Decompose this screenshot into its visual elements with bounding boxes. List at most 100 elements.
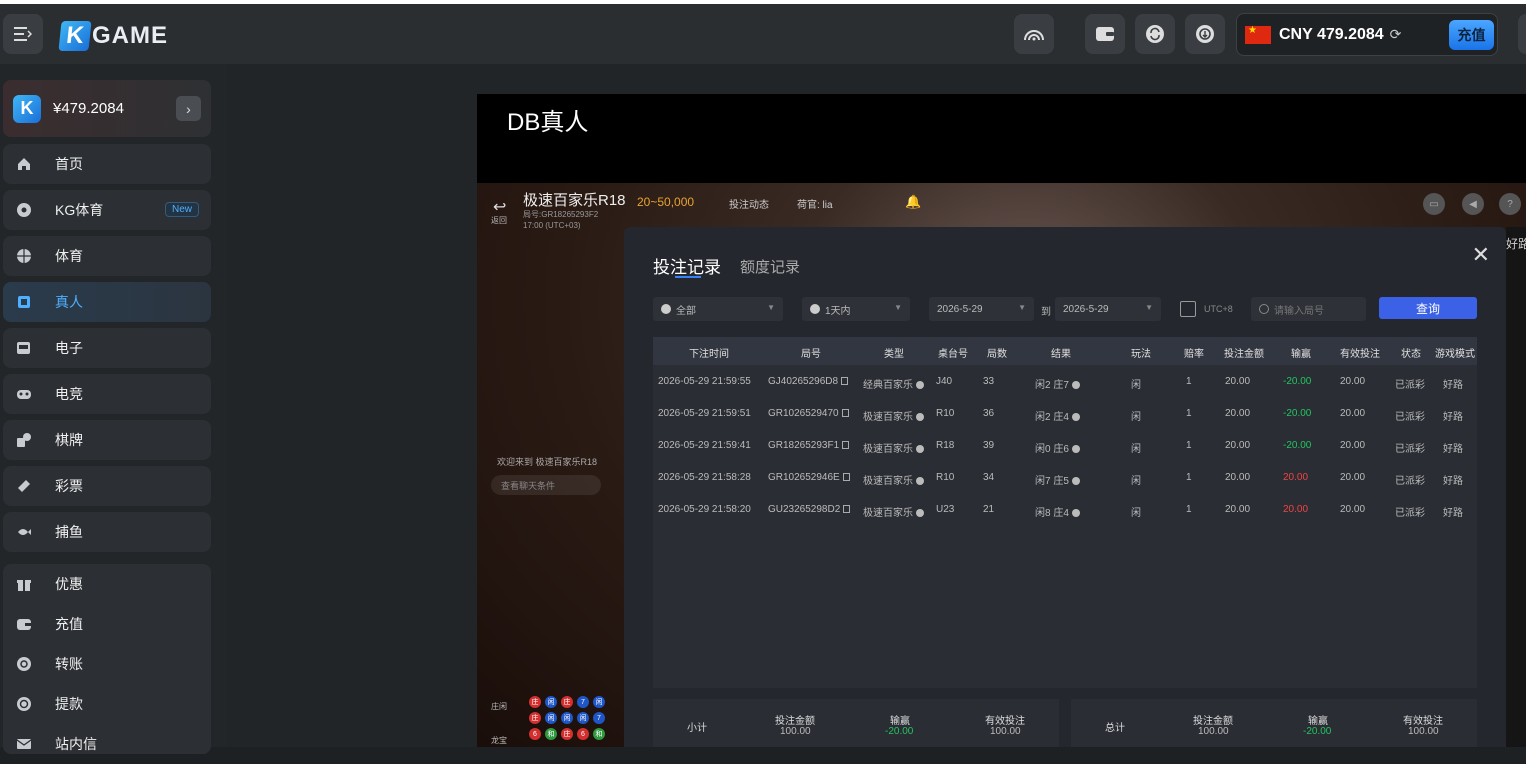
sidebar-item-sports[interactable]: 体育 [3, 236, 211, 276]
back-arrow-icon[interactable]: ↩ [493, 197, 506, 217]
col-play: 玩法 [1131, 349, 1151, 360]
bead: 6 [529, 728, 541, 740]
info-icon[interactable] [1071, 445, 1080, 453]
signal-button[interactable] [1014, 14, 1054, 54]
cell-bet-time: 2026-05-29 21:59:55 [658, 376, 751, 387]
sidebar-item-lottery[interactable]: 彩票 [3, 466, 211, 506]
info-icon[interactable] [1071, 477, 1080, 485]
filter-icon [661, 304, 671, 314]
cell-bet-amount: 20.00 [1225, 504, 1250, 515]
refresh-icon[interactable]: ⟳ [1390, 26, 1402, 43]
sidebar-item-promotions[interactable]: 优惠 [15, 564, 83, 604]
menu-button[interactable] [3, 14, 43, 54]
cell-round-id[interactable]: GR102652946E [768, 472, 850, 483]
copy-icon[interactable] [842, 473, 850, 481]
transfer-button[interactable] [1135, 14, 1175, 54]
cell-round-id[interactable]: GR1026529470 [768, 408, 849, 419]
tab-bet-records[interactable]: 投注记录 [653, 253, 721, 278]
table-row[interactable]: 2026-05-29 21:59:41 GR18265293F1 极速百家乐 R18 3… [653, 440, 1477, 456]
sidebar-item-withdraw[interactable]: 提款 [15, 684, 83, 724]
wallet-icon [15, 615, 33, 633]
sidebar-item-label: 充值 [55, 616, 83, 632]
table-row[interactable]: 2026-05-29 21:59:55 GJ40265296D8 经典百家乐 J40 3… [653, 376, 1477, 392]
cell-round-id[interactable]: GR18265293F1 [768, 440, 850, 451]
home-icon [15, 155, 33, 173]
query-button[interactable]: 查询 [1379, 297, 1477, 319]
wallet-card[interactable]: K ¥479.2084 › [3, 80, 211, 137]
chat-bar[interactable]: 查看聊天条件 [491, 475, 601, 495]
date-from-select[interactable]: 2026-5-29 ▼ [929, 297, 1034, 321]
copy-icon[interactable] [841, 409, 849, 417]
type-select[interactable]: 全部 ▼ [653, 297, 783, 321]
deposit-button[interactable]: 充值 [1449, 20, 1494, 50]
info-icon[interactable] [916, 445, 924, 453]
sidebar-item-home[interactable]: 首页 [3, 144, 211, 184]
close-icon[interactable]: ✕ [1472, 244, 1490, 266]
sidebar-item-messages[interactable]: 站内信 [15, 724, 97, 764]
cell-round-id[interactable]: GJ40265296D8 [768, 376, 849, 387]
sidebar-item-slots[interactable]: 电子 [3, 328, 211, 368]
round-search[interactable]: 请输入局号 [1251, 297, 1366, 321]
cell-type[interactable]: 极速百家乐 [863, 408, 924, 423]
cell-valid-bet-text: 20.00 [1340, 376, 1366, 387]
sidebar-item-esports[interactable]: 电竞 [3, 374, 211, 414]
cell-result[interactable]: 闲7 庄5 [1035, 472, 1080, 487]
cell-status: 已派彩 [1395, 408, 1425, 423]
info-icon[interactable] [916, 381, 924, 389]
info-icon[interactable] [916, 509, 924, 517]
copy-icon[interactable] [843, 505, 851, 513]
logo[interactable]: K GAME [58, 20, 168, 52]
date-to-select[interactable]: 2026-5-29 ▼ [1055, 297, 1161, 321]
cell-type[interactable]: 经典百家乐 [863, 376, 924, 391]
sidebar-item-kg-sports[interactable]: KG体育 New [3, 190, 211, 230]
timezone-icon[interactable] [1180, 301, 1196, 317]
sidebar-item-fishing[interactable]: 捕鱼 [3, 512, 211, 552]
sidebar-item-live[interactable]: 真人 [3, 282, 211, 322]
sound-icon[interactable]: ◀ [1462, 193, 1484, 215]
copy-icon[interactable] [842, 441, 850, 449]
cell-bet-time-text: 2026-05-29 21:58:20 [658, 504, 751, 515]
cell-type[interactable]: 极速百家乐 [863, 504, 924, 519]
cell-result[interactable]: 闲0 庄6 [1035, 440, 1080, 455]
camera-icon[interactable]: ▭ [1423, 193, 1445, 215]
cell-round-id[interactable]: GU23265298D2 [768, 504, 851, 515]
tab-credit-records[interactable]: 额度记录 [740, 256, 800, 277]
table-row[interactable]: 2026-05-29 21:58:28 GR102652946E 极速百家乐 R10 3… [653, 472, 1477, 488]
info-icon[interactable] [1071, 509, 1080, 517]
table-name: 极速百家乐R18 [523, 192, 626, 209]
info-icon[interactable] [916, 413, 924, 421]
cell-round-id-text: GR102652946E [768, 472, 840, 483]
sidebar: K ¥479.2084 › 首页 KG体育 New 体育 真人 电子 电竞 棋牌… [0, 64, 227, 754]
cell-table-text: R18 [936, 440, 955, 451]
cell-round-id-text: GR18265293F1 [768, 440, 840, 451]
cell-type[interactable]: 极速百家乐 [863, 440, 924, 455]
edge-button[interactable] [1518, 14, 1526, 54]
range-select[interactable]: 1天内 ▼ [802, 297, 910, 321]
withdraw-button[interactable] [1185, 14, 1225, 54]
back-label[interactable]: 返回 [491, 215, 507, 226]
cell-type[interactable]: 极速百家乐 [863, 472, 924, 487]
cell-round: 21 [983, 504, 994, 515]
cell-valid-bet: 20.00 [1340, 440, 1365, 451]
cell-result[interactable]: 闲2 庄7 [1035, 376, 1080, 391]
info-icon[interactable] [1071, 381, 1080, 389]
chevron-right-icon[interactable]: › [176, 96, 201, 121]
sidebar-item-deposit[interactable]: 充值 [15, 604, 83, 644]
info-icon[interactable] [1071, 413, 1080, 421]
col-bet-amount: 投注金额 [1224, 349, 1264, 360]
cell-result[interactable]: 闲8 庄4 [1035, 504, 1080, 519]
cell-round-text: 36 [983, 408, 995, 419]
table-row[interactable]: 2026-05-29 21:58:20 GU23265298D2 极速百家乐 U23 2… [653, 504, 1477, 520]
copy-icon[interactable] [841, 377, 849, 385]
cell-result[interactable]: 闲2 庄4 [1035, 408, 1080, 423]
bell-icon[interactable]: 🔔 [905, 194, 921, 210]
info-icon[interactable] [916, 477, 924, 485]
help-icon[interactable]: ? [1499, 193, 1521, 215]
bet-dynamic[interactable]: 投注动态 [729, 196, 769, 211]
col-table: 桌台号 [938, 349, 968, 360]
wallet-button[interactable] [1085, 14, 1125, 54]
bet-limits[interactable]: 20~50,000 [637, 195, 694, 209]
sidebar-item-chess[interactable]: 棋牌 [3, 420, 211, 460]
table-row[interactable]: 2026-05-29 21:59:51 GR1026529470 极速百家乐 R10 3… [653, 408, 1477, 424]
sidebar-item-transfer[interactable]: 转账 [15, 644, 83, 684]
